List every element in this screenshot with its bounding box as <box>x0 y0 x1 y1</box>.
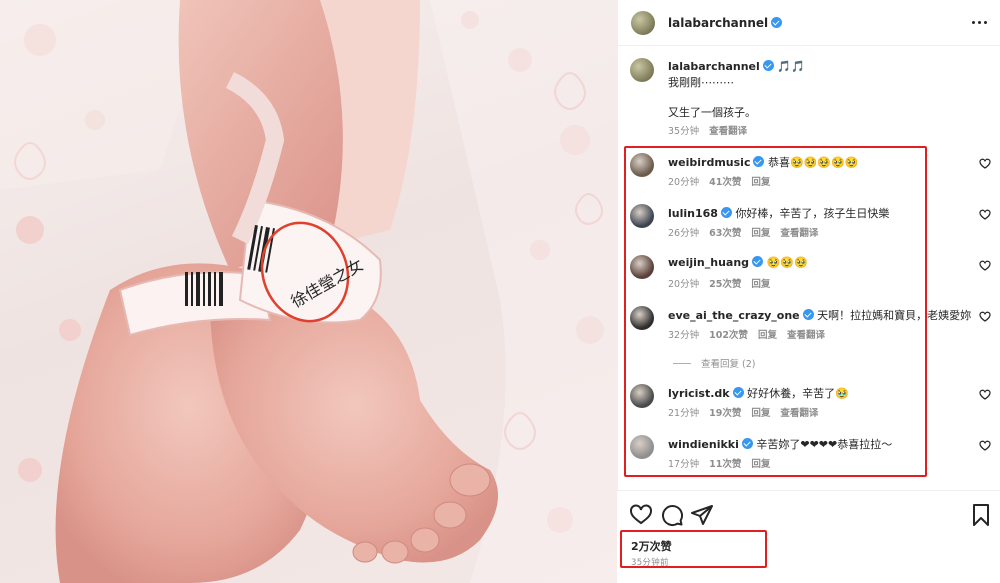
post-photo[interactable]: 徐佳瑩之女 <box>0 0 617 583</box>
comment-likes[interactable]: 63次赞 <box>709 228 741 239</box>
comment-body: 你好棒，辛苦了，孩子生日快樂 <box>735 207 890 220</box>
comment-text: lyricist.dk 好好休養，辛苦了🥹 <box>668 385 849 401</box>
commenter-avatar[interactable] <box>630 204 654 228</box>
caption-translate-link[interactable]: 查看翻译 <box>709 126 747 137</box>
baby-feet-illustration: 徐佳瑩之女 <box>0 0 617 583</box>
commenter-avatar[interactable] <box>630 153 654 177</box>
comment-text: lulin168 你好棒，辛苦了，孩子生日快樂 <box>668 205 889 221</box>
comment-meta: 17分钟 11次赞 回复 <box>668 456 770 470</box>
verified-badge-icon <box>762 60 774 71</box>
heart-icon[interactable] <box>629 503 653 527</box>
caption-emoji: 🎵🎵 <box>777 60 805 73</box>
comment-body: 🥹🥹🥹 <box>766 256 808 269</box>
translate-link[interactable]: 查看翻译 <box>780 228 818 239</box>
comment-text: eve_ai_the_crazy_one 天啊！拉拉媽和寶貝，老姨愛妳 <box>668 307 971 323</box>
commenter-username[interactable]: lulin168 <box>668 207 718 220</box>
comment-time: 20分钟 <box>668 279 700 290</box>
comment-meta: 20分钟 41次赞 回复 <box>668 174 770 188</box>
commenter-avatar[interactable] <box>630 435 654 459</box>
more-options-icon[interactable] <box>968 14 992 30</box>
posted-time: 35分钟前 <box>631 558 669 568</box>
comment-time: 26分钟 <box>668 228 700 239</box>
reply-button[interactable]: 回复 <box>751 408 770 419</box>
reply-button[interactable]: 回复 <box>751 459 770 470</box>
caption-username[interactable]: lalabarchannel <box>668 60 760 73</box>
comment-meta: 20分钟 25次赞 回复 <box>668 276 770 290</box>
comment-likes[interactable]: 19次赞 <box>709 408 741 419</box>
comment-time: 21分钟 <box>668 408 700 419</box>
reply-button[interactable]: 回复 <box>751 228 770 239</box>
reply-button[interactable]: 回复 <box>758 330 777 341</box>
commenter-username[interactable]: weibirdmusic <box>668 156 750 169</box>
comment-icon[interactable] <box>660 503 684 527</box>
verified-badge-icon <box>741 438 753 449</box>
reply-button[interactable]: 回复 <box>751 177 770 188</box>
view-replies-link[interactable]: 查看回复 (2) <box>673 356 755 370</box>
author-name[interactable]: lalabarchannel <box>668 16 783 30</box>
comment-like-heart-icon[interactable] <box>979 440 991 452</box>
comment-body: 天啊！拉拉媽和寶貝，老姨愛妳 <box>817 309 972 322</box>
verified-badge-icon <box>802 309 814 320</box>
comment-meta: 32分钟 102次赞 回复 查看翻译 <box>668 327 825 341</box>
comment-meta: 26分钟 63次赞 回复 查看翻译 <box>668 225 818 239</box>
comment-likes[interactable]: 11次赞 <box>709 459 741 470</box>
author-avatar[interactable] <box>631 11 655 35</box>
bookmark-icon[interactable] <box>969 503 993 527</box>
commenter-username[interactable]: lyricist.dk <box>668 387 730 400</box>
commenter-avatar[interactable] <box>630 255 654 279</box>
caption-meta: 35分钟 查看翻译 <box>668 123 747 137</box>
likes-count[interactable]: 2万次赞 <box>631 538 672 554</box>
comment-meta: 21分钟 19次赞 回复 查看翻译 <box>668 405 818 419</box>
commenter-avatar[interactable] <box>630 384 654 408</box>
commenter-username[interactable]: weijin_huang <box>668 256 749 269</box>
commenter-username[interactable]: windienikki <box>668 438 739 451</box>
translate-link[interactable]: 查看翻译 <box>787 330 825 341</box>
comment-likes[interactable]: 102次赞 <box>709 330 748 341</box>
verified-badge-icon <box>752 256 764 267</box>
commenter-username[interactable]: eve_ai_the_crazy_one <box>668 309 800 322</box>
author-username[interactable]: lalabarchannel <box>668 16 768 30</box>
verified-badge-icon <box>732 387 744 398</box>
comment-body: 恭喜🥹🥹🥹🥹🥹 <box>767 156 859 169</box>
verified-badge-icon <box>720 207 732 218</box>
caption-header: lalabarchannel 🎵🎵 <box>668 60 805 73</box>
commenter-avatar[interactable] <box>630 306 654 330</box>
caption-line-1: 我剛剛⋯⋯⋯ <box>668 76 734 89</box>
caption-avatar[interactable] <box>630 58 654 82</box>
post-header: lalabarchannel <box>618 0 1000 46</box>
caption-line-2: 又生了一個孩子。 <box>668 106 756 119</box>
comment-body: 辛苦妳了❤❤❤❤恭喜拉拉～ <box>756 438 893 451</box>
share-icon[interactable] <box>690 503 714 527</box>
comment-like-heart-icon[interactable] <box>979 389 991 401</box>
verified-badge-icon <box>771 17 783 28</box>
comment-like-heart-icon[interactable] <box>979 158 991 170</box>
reply-button[interactable]: 回复 <box>751 279 770 290</box>
comment-like-heart-icon[interactable] <box>979 260 991 272</box>
comment-like-heart-icon[interactable] <box>979 209 991 221</box>
comment-like-heart-icon[interactable] <box>979 311 991 323</box>
comment-time: 32分钟 <box>668 330 700 341</box>
translate-link[interactable]: 查看翻译 <box>780 408 818 419</box>
comment-likes[interactable]: 25次赞 <box>709 279 741 290</box>
caption-time: 35分钟 <box>668 126 700 137</box>
comment-text: weibirdmusic 恭喜🥹🥹🥹🥹🥹 <box>668 154 858 170</box>
view-replies-label[interactable]: 查看回复 (2) <box>701 359 755 370</box>
comment-body: 好好休養，辛苦了🥹 <box>747 387 849 400</box>
action-bar: 2万次赞 35分钟前 <box>617 490 1000 583</box>
comment-time: 17分钟 <box>668 459 700 470</box>
comment-text: weijin_huang 🥹🥹🥹 <box>668 256 808 269</box>
comment-time: 20分钟 <box>668 177 700 188</box>
comment-text: windienikki 辛苦妳了❤❤❤❤恭喜拉拉～ <box>668 436 892 452</box>
verified-badge-icon <box>753 156 765 167</box>
comment-likes[interactable]: 41次赞 <box>709 177 741 188</box>
